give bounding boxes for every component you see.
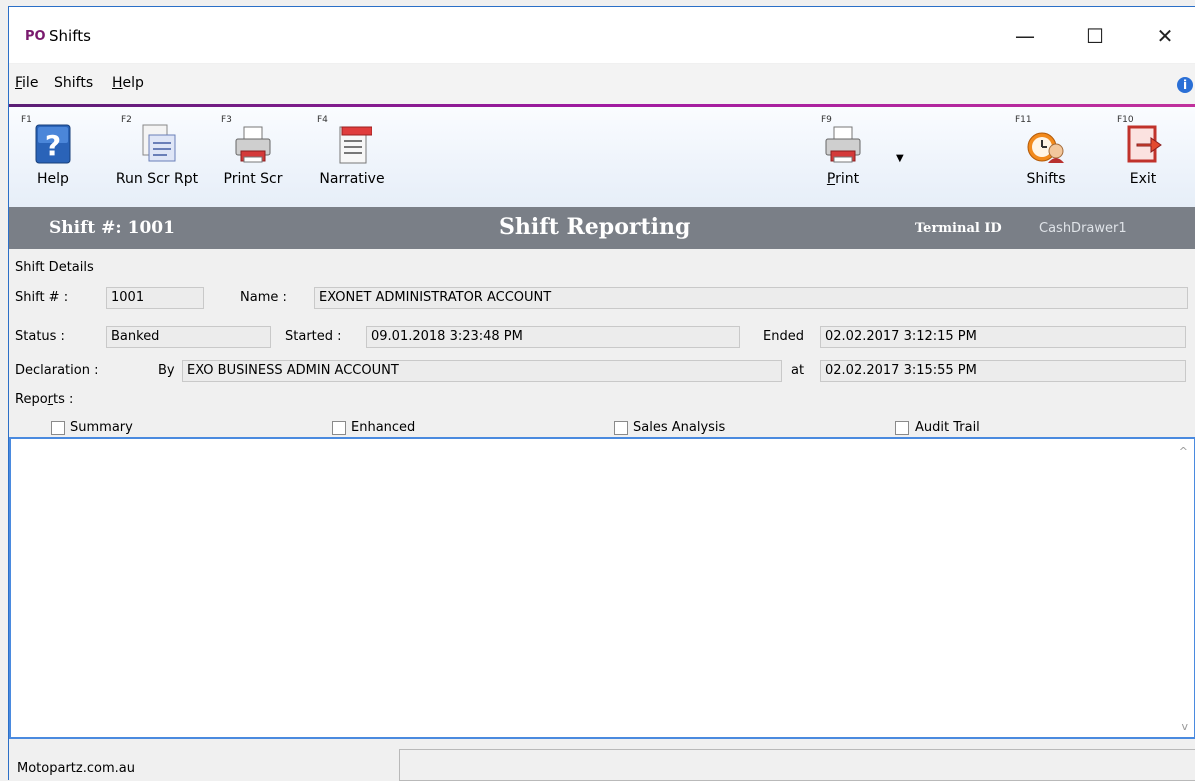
window-title: Shifts [49,27,91,45]
clock-person-icon [1027,132,1064,163]
status-text: Motopartz.com.au [17,761,135,776]
run-scr-rpt-fkey: F2 [121,115,132,125]
banner-shift-number: Shift #: 1001 [49,218,175,238]
shifts-window: PO Shifts — ☐ ✕ File Shifts Help i F1 ? … [8,6,1195,781]
shift-number-label: Shift # : [15,290,69,305]
audit-trail-checkbox[interactable] [895,421,909,435]
sales-analysis-label: Sales Analysis [633,420,726,435]
narrative-document-icon [339,126,372,164]
summary-label: Summary [70,420,133,435]
maximize-button[interactable]: ☐ [1072,21,1118,51]
name-field[interactable]: EXONET ADMINISTRATOR ACCOUNT [314,287,1188,309]
menu-file[interactable]: File [15,75,38,91]
reports-label: Reports : [15,392,73,407]
shifts-label: Shifts [1026,171,1066,187]
menu-shifts-label: Shifts [54,75,94,91]
exit-door-icon [1127,125,1162,163]
exit-label: Exit [1129,171,1157,187]
status-panel [399,749,1195,781]
help-fkey: F1 [21,115,32,125]
shift-number-field[interactable]: 1001 [106,287,204,309]
enhanced-checkbox[interactable] [332,421,346,435]
summary-checkbox[interactable] [51,421,65,435]
app-logo: PO [25,29,46,44]
toolbar: F1 ? Help F2 Run Scr Rpt F3 Print Scr F4… [9,107,1195,208]
print-scr-label: Print Scr [223,171,283,187]
started-label: Started : [285,329,342,344]
menu-help-mnemonic: H [112,75,123,91]
close-button[interactable]: ✕ [1142,21,1188,51]
print-button[interactable]: F9 Print [817,115,869,187]
printer-icon [825,126,861,163]
menu-help[interactable]: Help [112,75,144,91]
narrative-fkey: F4 [317,115,328,125]
declaration-at-label: at [791,363,805,378]
sales-analysis-checkbox[interactable] [614,421,628,435]
ended-field[interactable]: 02.02.2017 3:12:15 PM [820,326,1186,348]
terminal-id-value: CashDrawer1 [1039,221,1127,236]
shifts-button[interactable]: F11 Shifts [1015,115,1077,187]
exit-button[interactable]: F10 Exit [1117,115,1169,187]
name-label: Name : [240,290,287,305]
started-field[interactable]: 09.01.2018 3:23:48 PM [366,326,740,348]
banner-title: Shift Reporting [499,214,691,240]
enhanced-label: Enhanced [351,420,416,435]
reports-label-post: ts : [53,392,74,407]
menu-bar: File Shifts Help i [9,64,1195,104]
menu-file-label: ile [22,75,39,91]
printer-icon [235,126,271,163]
run-scr-rpt-label: Run Scr Rpt [115,171,199,187]
print-mnemonic: P [826,171,836,187]
status-field[interactable]: Banked [106,326,271,348]
info-icon[interactable]: i [1177,77,1193,93]
report-banner: Shift #: 1001 Shift Reporting Terminal I… [9,207,1195,249]
menu-file-mnemonic: F [15,75,23,91]
narrative-button[interactable]: F4 Narrative [309,115,395,187]
help-button[interactable]: F1 ? Help [21,115,83,187]
title-bar: PO Shifts — ☐ ✕ [9,7,1195,63]
scroll-down-arrow[interactable]: v [1181,720,1188,733]
declaration-by-label: By [158,363,175,378]
narrative-label: Narrative [319,171,385,187]
print-label-rest: rint [835,171,860,187]
terminal-id-label: Terminal ID [915,221,1002,236]
declaration-label: Declaration : [15,363,99,378]
declaration-by-field[interactable]: EXO BUSINESS ADMIN ACCOUNT [182,360,782,382]
declaration-at-field[interactable]: 02.02.2017 3:15:55 PM [820,360,1186,382]
minimize-button[interactable]: — [1002,21,1048,51]
menu-shifts[interactable]: Shifts [54,75,93,91]
report-output-area[interactable]: ^ v [9,437,1195,739]
help-question-icon: ? [35,124,71,164]
status-bar: Motopartz.com.au [9,743,1195,781]
reports-label-pre: Repo [15,392,48,407]
print-scr-fkey: F3 [221,115,232,125]
audit-trail-label: Audit Trail [915,420,980,435]
scroll-up-arrow[interactable]: ^ [1179,445,1188,458]
help-label: Help [37,171,69,187]
print-scr-button[interactable]: F3 Print Scr [217,115,289,187]
section-title: Shift Details [15,260,94,275]
svg-text:?: ? [45,129,61,162]
run-scr-rpt-button[interactable]: F2 Run Scr Rpt [109,115,205,187]
report-screen-icon [142,124,176,162]
ended-label: Ended [763,329,804,344]
print-dropdown-arrow[interactable]: ▼ [896,153,904,164]
print-label: Print [817,171,869,187]
menu-help-label: elp [122,75,144,91]
status-label: Status : [15,329,65,344]
